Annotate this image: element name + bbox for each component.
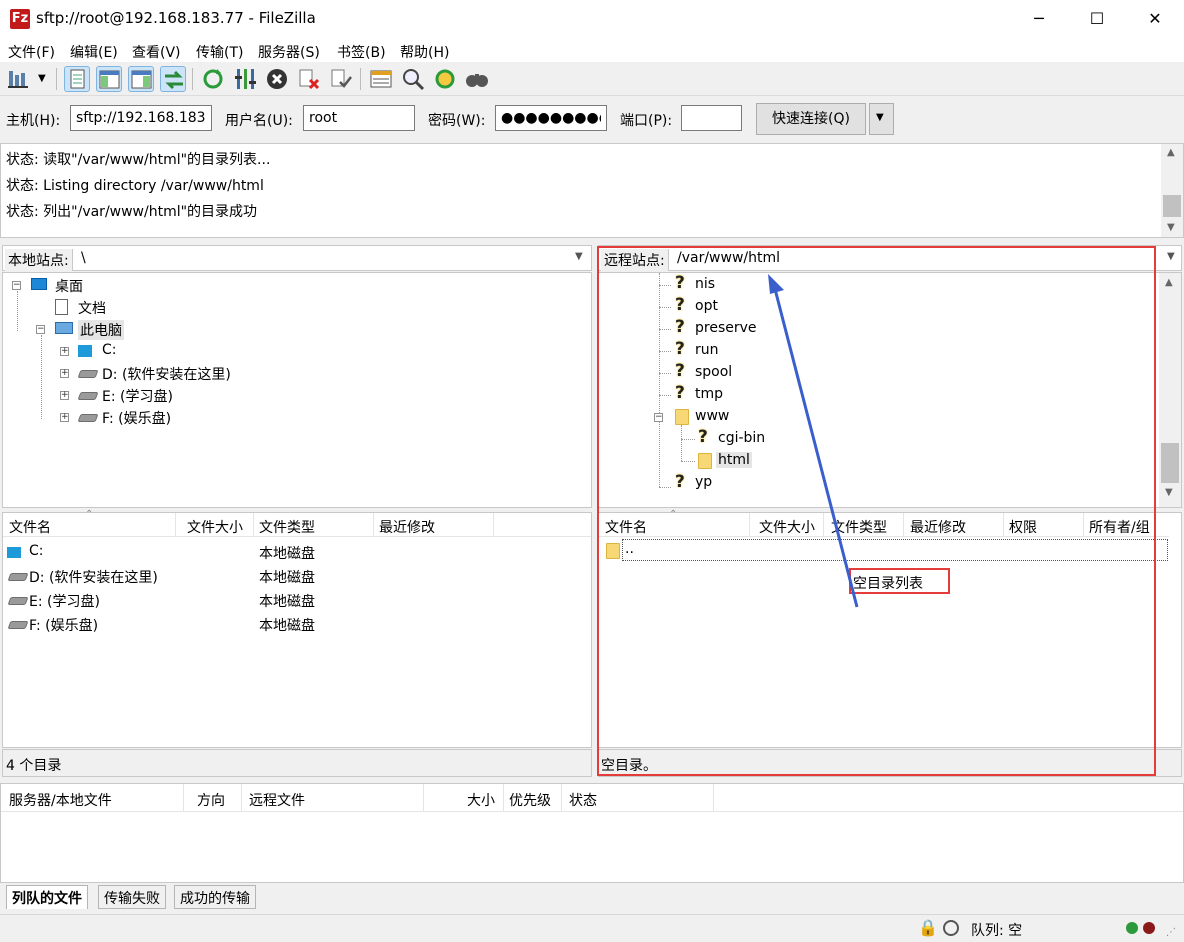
- col-size[interactable]: 大小: [467, 790, 495, 810]
- lock-icon: 🔒: [918, 918, 938, 937]
- transfer-queue: 服务器/本地文件 方向 远程文件 大小 优先级 状态: [0, 783, 1184, 883]
- tab-successful-transfers[interactable]: 成功的传输: [174, 885, 256, 909]
- col-divider[interactable]: [561, 784, 562, 812]
- col-priority[interactable]: 优先级: [509, 790, 551, 810]
- col-server-local-file[interactable]: 服务器/本地文件: [9, 790, 112, 810]
- col-divider[interactable]: [503, 784, 504, 812]
- col-divider[interactable]: [423, 784, 424, 812]
- queue-column-header: 服务器/本地文件 方向 远程文件 大小 优先级 状态: [1, 784, 1183, 812]
- col-divider[interactable]: [183, 784, 184, 812]
- tab-queued-files[interactable]: 列队的文件: [6, 885, 88, 909]
- speed-limit-icon[interactable]: [943, 920, 959, 936]
- receive-led-icon: [1143, 922, 1155, 934]
- status-bar: 🔒 队列: 空 ⋰: [0, 914, 1184, 942]
- resize-grip-icon[interactable]: ⋰: [1166, 927, 1176, 938]
- col-status[interactable]: 状态: [569, 790, 597, 810]
- col-direction[interactable]: 方向: [197, 790, 225, 810]
- tab-failed-transfers[interactable]: 传输失败: [98, 885, 166, 909]
- col-divider[interactable]: [241, 784, 242, 812]
- send-led-icon: [1126, 922, 1138, 934]
- queue-status-text: 队列: 空: [971, 923, 1023, 939]
- col-remote-file[interactable]: 远程文件: [249, 790, 305, 810]
- col-divider[interactable]: [713, 784, 714, 812]
